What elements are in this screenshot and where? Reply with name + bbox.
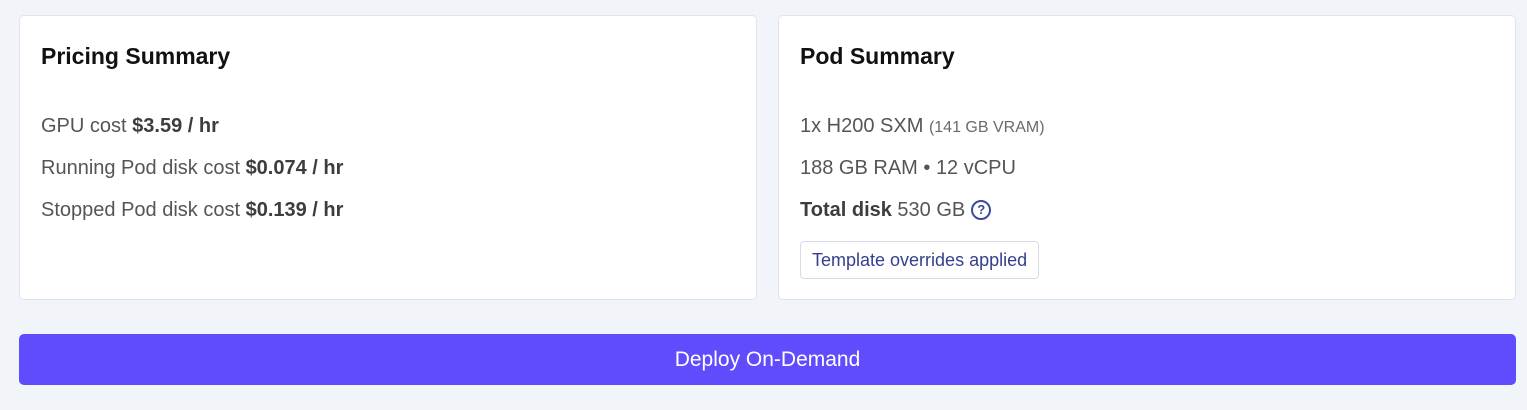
total-disk-value: 530 GB xyxy=(897,199,966,221)
template-overrides-badge: Template overrides applied xyxy=(800,241,1040,279)
pod-summary-card: Pod Summary 1x H200 SXM (141 GB VRAM) 18… xyxy=(778,15,1516,300)
running-disk-cost-value: $0.074 / hr xyxy=(245,157,344,179)
deploy-on-demand-button[interactable]: Deploy On-Demand xyxy=(19,334,1516,385)
gpu-cost-label: GPU cost xyxy=(41,115,133,137)
gpu-spec-row: 1x H200 SXM (141 GB VRAM) xyxy=(800,115,1045,138)
vram-spec: (141 GB VRAM) xyxy=(928,119,1045,136)
total-disk-row: Total disk 530 GB? xyxy=(800,199,992,222)
gpu-spec: 1x H200 SXM xyxy=(800,115,929,137)
ram-cpu-spec: 188 GB RAM • 12 vCPU xyxy=(800,157,1016,179)
stopped-disk-cost-value: $0.139 / hr xyxy=(245,199,344,221)
pod-summary-title: Pod Summary xyxy=(800,43,955,69)
question-circle-icon[interactable]: ? xyxy=(971,200,992,220)
running-disk-cost-row: Running Pod disk cost $0.074 / hr xyxy=(41,157,343,180)
stopped-disk-cost-row: Stopped Pod disk cost $0.139 / hr xyxy=(41,199,343,222)
stopped-disk-cost-label: Stopped Pod disk cost xyxy=(41,199,246,221)
pricing-summary-title: Pricing Summary xyxy=(41,43,231,69)
running-disk-cost-label: Running Pod disk cost xyxy=(41,157,246,179)
total-disk-label: Total disk xyxy=(800,199,898,221)
gpu-cost-value: $3.59 / hr xyxy=(132,115,219,137)
gpu-cost-row: GPU cost $3.59 / hr xyxy=(41,115,219,138)
pricing-summary-card: Pricing Summary GPU cost $3.59 / hr Runn… xyxy=(19,15,757,300)
